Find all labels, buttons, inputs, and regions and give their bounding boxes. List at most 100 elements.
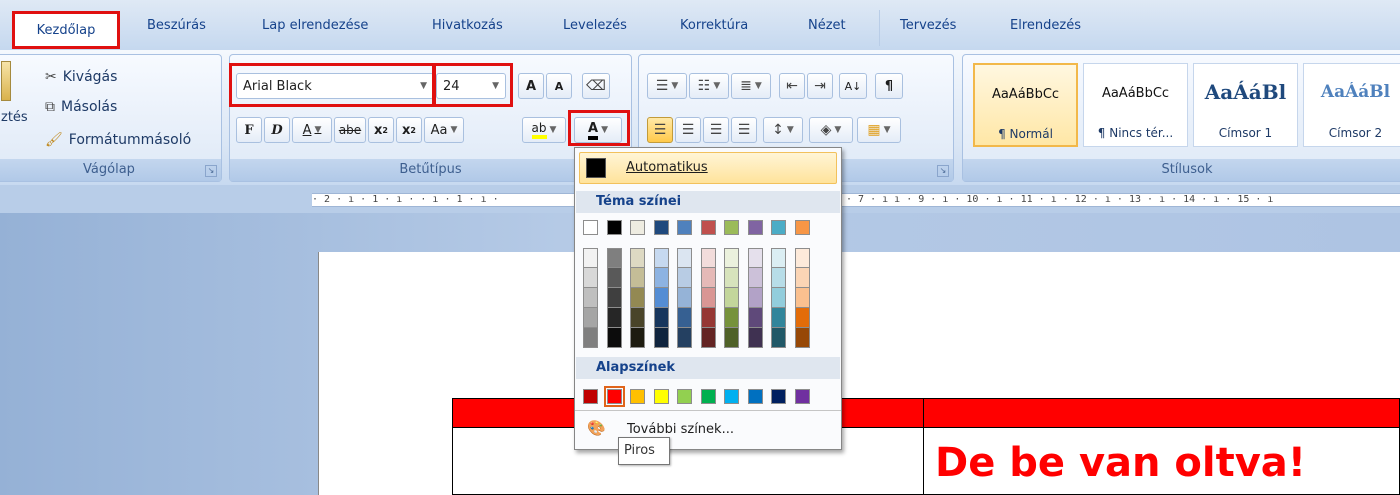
theme-shade-swatch[interactable] bbox=[653, 328, 669, 348]
theme-shade-swatch[interactable] bbox=[653, 268, 669, 288]
theme-shade-swatch[interactable] bbox=[771, 328, 786, 348]
paste-icon[interactable] bbox=[1, 61, 11, 101]
table-cell-text[interactable]: De be van oltva! bbox=[935, 440, 1306, 486]
standard-color-swatch[interactable] bbox=[630, 389, 645, 404]
subscript-button[interactable]: x2 bbox=[368, 117, 394, 143]
tab-hivatkozas[interactable]: Hivatkozás bbox=[432, 18, 503, 33]
theme-color-swatch[interactable] bbox=[677, 220, 692, 235]
theme-shade-swatch[interactable] bbox=[630, 248, 645, 268]
theme-shade-swatch[interactable] bbox=[724, 288, 739, 308]
theme-shade-swatch[interactable] bbox=[606, 328, 622, 348]
theme-color-swatch[interactable] bbox=[794, 220, 810, 235]
theme-color-swatch[interactable] bbox=[724, 220, 739, 235]
tab-kezdolap[interactable]: Kezdőlap bbox=[12, 11, 120, 49]
theme-shade-swatch[interactable] bbox=[677, 308, 692, 328]
theme-shade-swatch[interactable] bbox=[724, 268, 739, 288]
style-heading-1[interactable]: AaÁáBl Címsor 1 bbox=[1193, 63, 1298, 147]
theme-shade-swatch[interactable] bbox=[583, 288, 598, 308]
theme-shade-swatch[interactable] bbox=[747, 268, 763, 288]
multilevel-list-button[interactable]: ≣ ▼ bbox=[731, 73, 771, 99]
cut-button[interactable]: ✂ Kivágás bbox=[45, 69, 117, 85]
borders-button[interactable]: ▦ ▼ bbox=[857, 117, 901, 143]
style-normal[interactable]: AaÁáBbCc ¶ Normál bbox=[973, 63, 1078, 147]
theme-shade-swatch[interactable] bbox=[700, 248, 716, 268]
standard-color-swatch[interactable] bbox=[794, 389, 810, 404]
theme-shade-swatch[interactable] bbox=[700, 288, 716, 308]
theme-shade-swatch[interactable] bbox=[583, 308, 598, 328]
grow-font-button[interactable]: A bbox=[518, 73, 544, 99]
theme-shade-swatch[interactable] bbox=[794, 268, 810, 288]
theme-shade-swatch[interactable] bbox=[794, 308, 810, 328]
show-marks-button[interactable]: ¶ bbox=[875, 73, 903, 99]
justify-button[interactable]: ☰ bbox=[731, 117, 757, 143]
tab-lap-elrendezese[interactable]: Lap elrendezése bbox=[262, 18, 368, 33]
tab-nezet[interactable]: Nézet bbox=[808, 18, 846, 33]
standard-color-swatch[interactable] bbox=[700, 389, 716, 404]
theme-shade-swatch[interactable] bbox=[677, 268, 692, 288]
theme-shade-swatch[interactable] bbox=[700, 308, 716, 328]
tab-tervezes[interactable]: Tervezés bbox=[900, 18, 956, 33]
theme-shade-swatch[interactable] bbox=[606, 248, 622, 268]
align-center-button[interactable]: ☰ bbox=[675, 117, 701, 143]
theme-shade-swatch[interactable] bbox=[630, 288, 645, 308]
line-spacing-button[interactable]: ↕ ▼ bbox=[763, 117, 803, 143]
sort-button[interactable]: A↓ bbox=[839, 73, 867, 99]
style-no-spacing[interactable]: AaÁáBbCc ¶ Nincs tér... bbox=[1083, 63, 1188, 147]
tab-levelezes[interactable]: Levelezés bbox=[563, 18, 627, 33]
standard-color-swatch[interactable] bbox=[653, 389, 669, 404]
theme-shade-swatch[interactable] bbox=[606, 288, 622, 308]
theme-shade-swatch[interactable] bbox=[724, 308, 739, 328]
bold-button[interactable]: F bbox=[236, 117, 262, 143]
highlight-button[interactable]: ab ▼ bbox=[522, 117, 566, 143]
theme-shade-swatch[interactable] bbox=[606, 308, 622, 328]
standard-color-swatch[interactable] bbox=[747, 389, 763, 404]
theme-shade-swatch[interactable] bbox=[677, 328, 692, 348]
theme-shade-swatch[interactable] bbox=[771, 268, 786, 288]
theme-shade-swatch[interactable] bbox=[724, 328, 739, 348]
italic-button[interactable]: D bbox=[264, 117, 290, 143]
tab-korrektura[interactable]: Korrektúra bbox=[680, 18, 748, 33]
theme-shade-swatch[interactable] bbox=[677, 248, 692, 268]
theme-color-swatch[interactable] bbox=[747, 220, 763, 235]
standard-color-swatch[interactable] bbox=[724, 389, 739, 404]
standard-color-swatch[interactable] bbox=[583, 389, 598, 404]
strikethrough-button[interactable]: abe bbox=[334, 117, 366, 143]
standard-color-swatch[interactable] bbox=[771, 389, 786, 404]
numbering-button[interactable]: ☷ ▼ bbox=[689, 73, 729, 99]
theme-color-swatch[interactable] bbox=[606, 220, 622, 235]
align-left-button[interactable]: ☰ bbox=[647, 117, 673, 143]
horizontal-ruler[interactable]: · 2 · ı · 1 · ı · · ı · 1 · ı · · 7 · ı … bbox=[312, 193, 1400, 207]
theme-shade-swatch[interactable] bbox=[771, 308, 786, 328]
theme-shade-swatch[interactable] bbox=[724, 248, 739, 268]
theme-shade-swatch[interactable] bbox=[653, 308, 669, 328]
theme-color-swatch[interactable] bbox=[771, 220, 786, 235]
theme-shade-swatch[interactable] bbox=[606, 268, 622, 288]
format-painter-button[interactable]: 🖌 Formátummásoló bbox=[45, 132, 191, 148]
theme-shade-swatch[interactable] bbox=[653, 288, 669, 308]
dialog-launcher-icon[interactable]: ↘ bbox=[205, 165, 217, 177]
theme-shade-swatch[interactable] bbox=[794, 248, 810, 268]
tab-elrendezes[interactable]: Elrendezés bbox=[1010, 18, 1081, 33]
theme-shade-swatch[interactable] bbox=[630, 328, 645, 348]
theme-color-swatch[interactable] bbox=[700, 220, 716, 235]
theme-shade-swatch[interactable] bbox=[653, 248, 669, 268]
automatic-color-option[interactable]: Automatikus bbox=[579, 152, 837, 184]
standard-color-swatch-selected[interactable] bbox=[603, 386, 625, 407]
theme-shade-swatch[interactable] bbox=[747, 288, 763, 308]
theme-shade-swatch[interactable] bbox=[583, 328, 598, 348]
theme-shade-swatch[interactable] bbox=[700, 328, 716, 348]
theme-shade-swatch[interactable] bbox=[771, 248, 786, 268]
theme-shade-swatch[interactable] bbox=[583, 248, 598, 268]
superscript-button[interactable]: x2 bbox=[396, 117, 422, 143]
standard-color-swatch[interactable] bbox=[677, 389, 692, 404]
paste-button-label[interactable]: ztés bbox=[1, 110, 28, 125]
theme-shade-swatch[interactable] bbox=[747, 328, 763, 348]
theme-shade-swatch[interactable] bbox=[700, 268, 716, 288]
theme-shade-swatch[interactable] bbox=[747, 248, 763, 268]
shading-button[interactable]: ◈ ▼ bbox=[809, 117, 853, 143]
tab-beszuras[interactable]: Beszúrás bbox=[147, 18, 206, 33]
theme-color-swatch[interactable] bbox=[653, 220, 669, 235]
style-heading-2[interactable]: AaÁáBl Címsor 2 bbox=[1303, 63, 1400, 147]
increase-indent-button[interactable]: ⇥ bbox=[807, 73, 833, 99]
theme-shade-swatch[interactable] bbox=[583, 268, 598, 288]
